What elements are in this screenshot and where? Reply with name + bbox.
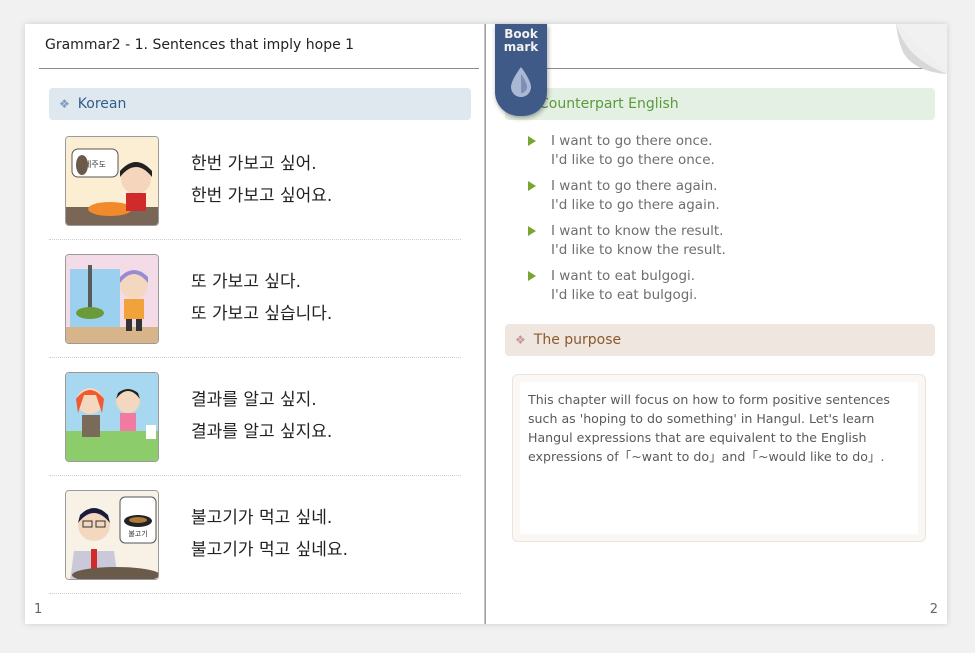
purpose-text: This chapter will focus on how to form p… xyxy=(520,382,918,534)
diamond-cluster-icon: ❖ xyxy=(59,97,70,111)
purpose-box: This chapter will focus on how to form p… xyxy=(512,374,926,542)
english-sentence: I want to go there once. xyxy=(551,133,713,149)
bookmark-button[interactable]: Book mark xyxy=(495,24,547,116)
korean-sentence: 한번 가보고 싶어. xyxy=(191,154,317,174)
page-curl-corner[interactable] xyxy=(896,24,947,74)
english-sentence-list: I want to go there once. I'd like to go … xyxy=(528,132,928,312)
bookmark-label-line: mark xyxy=(503,40,539,54)
korean-sentences: 한번 가보고 싶어. 한번 가보고 싶어요. xyxy=(191,148,332,212)
korean-sentence: 불고기가 먹고 싶네요. xyxy=(191,540,348,560)
korean-sentences: 또 가보고 싶다. 또 가보고 싶습니다. xyxy=(191,266,332,330)
korean-sentence: 불고기가 먹고 싶네. xyxy=(191,508,333,528)
bookmark-label: Book mark xyxy=(495,24,547,54)
play-arrow-icon xyxy=(528,181,536,191)
korean-sentences: 결과를 알고 싶지. 결과를 알고 싶지요. xyxy=(191,384,332,448)
english-section-header: Counterpart English xyxy=(505,88,935,120)
english-sentence: I want to eat bulgogi. xyxy=(551,268,696,284)
korean-section-header: ❖ Korean xyxy=(49,88,471,120)
korean-sentences: 불고기가 먹고 싶네. 불고기가 먹고 싶네요. xyxy=(191,502,348,566)
korean-sentence: 결과를 알고 싶지. xyxy=(191,390,317,410)
right-page: Counterpart English I want to go there o… xyxy=(486,24,947,624)
play-arrow-icon xyxy=(528,136,536,146)
page-number-right: 2 xyxy=(929,602,938,617)
page-number-left: 1 xyxy=(34,602,43,617)
jeju-illustration[interactable]: 제주도 xyxy=(65,136,159,226)
list-item: I want to eat bulgogi. I'd like to eat b… xyxy=(528,267,928,312)
sentence-row-1: 제주도 한번 가보고 싶어. 한번 가보고 싶어요. xyxy=(49,122,461,240)
left-page: Grammar2 - 1. Sentences that imply hope … xyxy=(25,24,485,624)
play-arrow-icon xyxy=(528,271,536,281)
page-title: Grammar2 - 1. Sentences that imply hope … xyxy=(45,37,355,53)
english-sentence: I'd like to go there once. xyxy=(551,152,715,168)
english-sentence: I'd like to go there again. xyxy=(551,197,720,213)
friends-illustration[interactable] xyxy=(65,372,159,462)
korean-sentence: 또 가보고 싶다. xyxy=(191,272,302,292)
title-divider xyxy=(39,68,479,69)
play-arrow-icon xyxy=(528,226,536,236)
english-section-label: Counterpart English xyxy=(539,96,679,112)
book: Grammar2 - 1. Sentences that imply hope … xyxy=(25,24,947,624)
sentence-row-3: 결과를 알고 싶지. 결과를 알고 싶지요. xyxy=(49,358,461,476)
korean-sentence: 또 가보고 싶습니다. xyxy=(191,304,333,324)
purpose-section-header: ❖ The purpose xyxy=(505,324,935,356)
korean-sentence: 한번 가보고 싶어요. xyxy=(191,186,333,206)
list-item: I want to go there again. I'd like to go… xyxy=(528,177,928,222)
diamond-cluster-icon: ❖ xyxy=(515,333,526,347)
list-item: I want to go there once. I'd like to go … xyxy=(528,132,928,177)
drop-icon xyxy=(511,67,531,97)
korean-sentence: 결과를 알고 싶지요. xyxy=(191,422,333,442)
sentence-row-4: 불고기 불고기가 먹고 싶네. 불고기가 먹고 싶네요. xyxy=(49,476,461,594)
tower-illustration[interactable] xyxy=(65,254,159,344)
english-sentence: I want to go there again. xyxy=(551,178,718,194)
english-sentence: I'd like to eat bulgogi. xyxy=(551,287,698,303)
purpose-section-label: The purpose xyxy=(533,332,622,348)
korean-section-label: Korean xyxy=(77,96,127,112)
sentence-row-2: 또 가보고 싶다. 또 가보고 싶습니다. xyxy=(49,240,461,358)
bulgogi-illustration[interactable]: 불고기 xyxy=(65,490,159,580)
bulgogi-badge-text: 불고기 xyxy=(128,529,147,538)
title-divider xyxy=(500,68,940,69)
english-sentence: I want to know the result. xyxy=(551,223,724,239)
list-item: I want to know the result. I'd like to k… xyxy=(528,222,928,267)
english-sentence: I'd like to know the result. xyxy=(551,242,726,258)
